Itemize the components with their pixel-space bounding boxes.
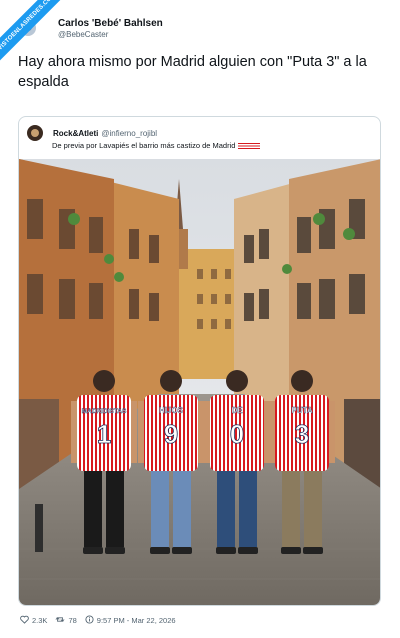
quoted-tweet[interactable]: Rock&Atleti @infierno_rojibl De previa p… — [18, 116, 381, 606]
quoted-text: De previa por Lavapiés el barrio más cas… — [52, 141, 236, 150]
quoted-text-row: De previa por Lavapiés el barrio más cas… — [52, 141, 261, 150]
quoted-header: Rock&Atleti @infierno_rojibl — [27, 125, 157, 141]
shirt-name: DE — [231, 406, 243, 415]
timestamp: 9:57 PM - Mar 22, 2026 — [96, 615, 176, 625]
like-count: 2.3K — [32, 615, 48, 625]
tweet-text: Hay ahora mismo por Madrid alguien con "… — [18, 54, 367, 90]
shirt-number: 1 — [97, 419, 111, 449]
quoted-photo[interactable]: MADRIDISTAS 1 HIJOS 9 DE 0 PUTA 3 — [19, 159, 381, 606]
retweet-icon[interactable] — [55, 615, 65, 626]
shirt-name: PUTA — [291, 406, 312, 415]
shirt-number: 0 — [230, 419, 244, 449]
retweet-count: 78 — [68, 615, 77, 625]
tweet-footer: 2.3K 78 9:57 PM - Mar 22, 2026 — [20, 614, 176, 626]
quoted-display-name[interactable]: Rock&Atleti — [53, 129, 98, 138]
shirt-number: 9 — [164, 419, 178, 449]
shirt-name: HIJOS — [159, 406, 184, 415]
shirt-name: MADRIDISTAS — [82, 408, 127, 415]
heart-icon[interactable] — [20, 615, 29, 626]
info-icon[interactable] — [85, 614, 94, 626]
flag-icon — [238, 142, 261, 149]
author-display-name[interactable]: Carlos 'Bebé' Bahlsen — [58, 18, 163, 30]
shirt-number: 3 — [295, 419, 309, 449]
author-names: Carlos 'Bebé' Bahlsen @BebeCaster — [58, 18, 163, 40]
author-handle[interactable]: @BebeCaster — [58, 30, 163, 40]
quoted-handle[interactable]: @infierno_rojibl — [101, 129, 157, 138]
watermark-ribbon: VISTOENLASREDES.COM — [0, 0, 70, 70]
quoted-avatar[interactable] — [27, 125, 43, 141]
watermark-text: VISTOENLASREDES.COM — [0, 0, 70, 70]
